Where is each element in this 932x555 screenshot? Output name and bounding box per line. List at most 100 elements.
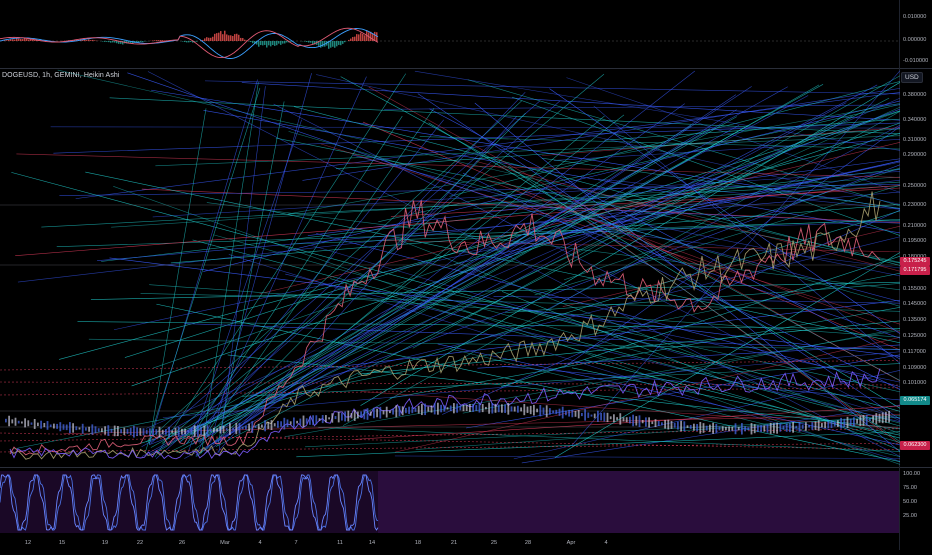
candle: [27, 420, 29, 426]
candle: [411, 407, 413, 413]
candle: [155, 429, 157, 435]
candle: [469, 404, 471, 412]
candle: [562, 407, 564, 419]
candle: [95, 426, 97, 433]
candle: [786, 424, 788, 432]
histogram-bar: [334, 41, 336, 48]
candle: [15, 418, 17, 426]
candle: [184, 429, 186, 434]
candle: [507, 403, 509, 415]
stoch-axis-label: 75.00: [903, 485, 917, 491]
candle: [511, 406, 513, 411]
candle: [207, 425, 209, 436]
histogram-bar: [216, 33, 218, 41]
candle: [389, 411, 391, 414]
candle: [264, 420, 266, 431]
histogram-bar: [258, 41, 260, 47]
candle: [127, 429, 129, 434]
candle: [75, 426, 77, 430]
candle: [648, 417, 650, 427]
candle: [392, 409, 394, 415]
candle: [242, 427, 244, 430]
histogram-bar: [236, 34, 238, 41]
candle: [757, 425, 759, 432]
histogram-bar: [140, 41, 142, 42]
candle: [181, 429, 183, 435]
candle: [635, 416, 637, 425]
currency-button[interactable]: USD: [901, 72, 923, 83]
candle: [376, 409, 378, 417]
time-axis-label: 11: [337, 540, 343, 546]
candle: [373, 408, 375, 418]
candle: [280, 421, 282, 426]
candle: [123, 428, 125, 435]
candle: [696, 424, 698, 431]
candle: [223, 426, 225, 433]
chart-canvas[interactable]: [0, 0, 932, 550]
candle: [767, 424, 769, 432]
candle: [475, 405, 477, 411]
histogram-bar: [184, 41, 186, 42]
candle: [783, 426, 785, 430]
price-axis-label: 0.380000: [903, 92, 926, 98]
candle: [802, 425, 804, 429]
histogram-bar: [104, 41, 106, 42]
candle: [687, 425, 689, 428]
histogram-bar: [336, 41, 338, 46]
histogram-bar: [214, 34, 216, 41]
candle: [466, 405, 468, 411]
candle: [386, 407, 388, 418]
candle: [661, 422, 663, 425]
candle: [575, 411, 577, 417]
histogram-bar: [112, 41, 114, 42]
histogram-bar: [340, 41, 342, 45]
candle: [603, 412, 605, 421]
histogram-bar: [306, 41, 308, 42]
candle: [165, 429, 167, 435]
candle: [261, 425, 263, 428]
candle: [287, 419, 289, 427]
candle: [443, 405, 445, 411]
candle: [88, 427, 90, 432]
candle: [47, 421, 49, 430]
candle: [667, 420, 669, 430]
time-axis-label: 18: [415, 540, 421, 546]
candle: [197, 425, 199, 437]
candle: [117, 426, 119, 436]
histogram-bar: [350, 39, 352, 41]
histogram-bar: [290, 41, 292, 42]
histogram-bar: [212, 37, 214, 41]
candle: [744, 426, 746, 431]
candle: [677, 422, 679, 430]
candle: [728, 426, 730, 431]
candle: [639, 415, 641, 427]
candle: [888, 411, 890, 423]
candle: [271, 420, 273, 430]
candle: [536, 409, 538, 413]
price-axis-label: 0.310000: [903, 137, 926, 143]
candle: [795, 426, 797, 429]
histogram-bar: [242, 38, 244, 41]
candle: [738, 427, 740, 430]
histogram-bar: [238, 35, 240, 41]
candle: [815, 421, 817, 430]
candle: [491, 403, 493, 414]
candle: [143, 428, 145, 435]
candle: [120, 429, 122, 433]
candle: [335, 416, 337, 419]
candle: [501, 404, 503, 412]
candle: [581, 413, 583, 416]
candle: [360, 411, 362, 417]
histogram-bar: [8, 40, 10, 41]
histogram-bar: [84, 40, 86, 41]
histogram-bar: [102, 41, 104, 42]
histogram-bar: [322, 41, 324, 47]
candle: [706, 426, 708, 431]
histogram-bar: [114, 41, 116, 43]
histogram-bar: [142, 41, 144, 42]
candle: [735, 423, 737, 434]
candle: [5, 419, 7, 423]
time-axis-label: 25: [491, 540, 497, 546]
candle: [175, 428, 177, 436]
candle: [699, 422, 701, 434]
